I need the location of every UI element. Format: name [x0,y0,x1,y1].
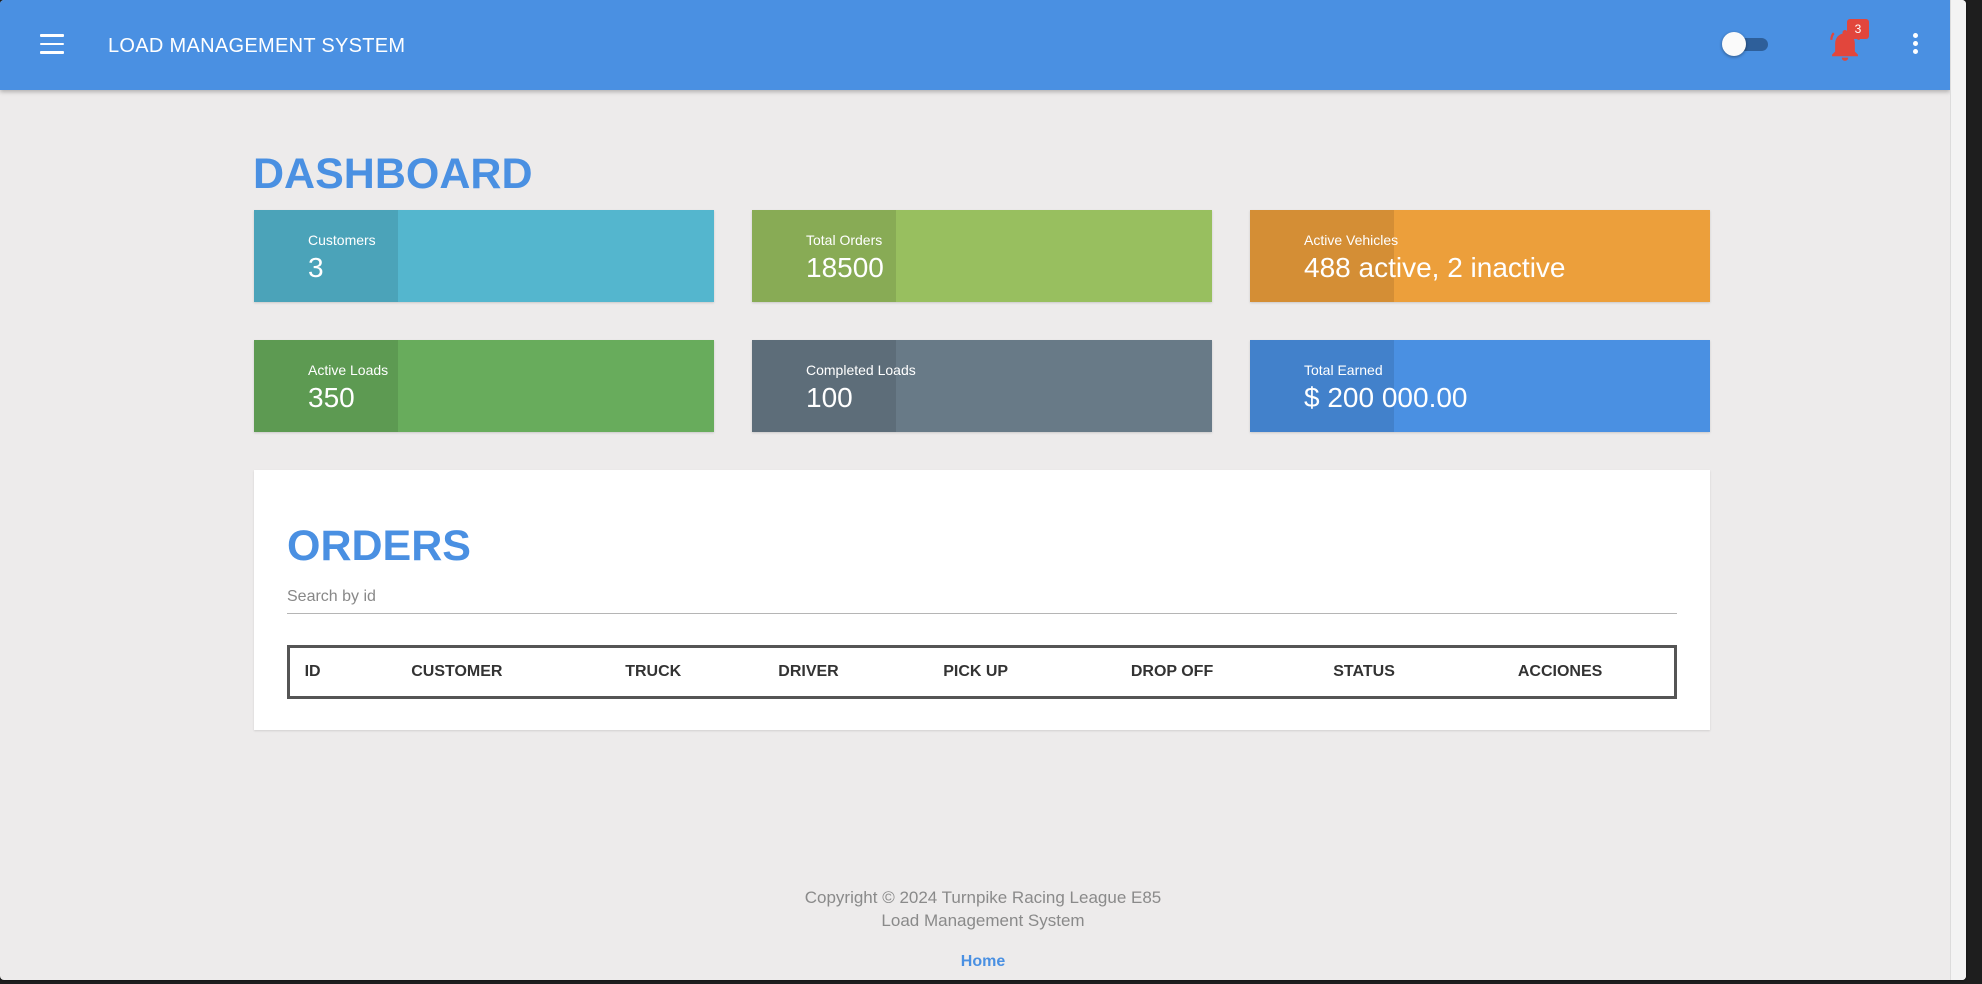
column-header-customer[interactable]: CUSTOMER [335,647,578,698]
column-header-status[interactable]: STATUS [1282,647,1446,698]
column-header-acciones[interactable]: ACCIONES [1446,647,1675,698]
orders-table: ID CUSTOMER TRUCK DRIVER PICK UP DROP OF… [287,645,1677,699]
column-header-id[interactable]: ID [289,647,336,698]
card-label: Total Earned [1304,362,1383,378]
browser-window: LOAD MANAGEMENT SYSTEM 3 DASHBOARD Custo… [0,0,1966,980]
notification-badge: 3 [1847,19,1869,39]
footer-home-link[interactable]: Home [0,953,1966,971]
card-icon-area [254,210,398,302]
toggle-knob[interactable] [1722,32,1746,56]
card-value: 100 [806,382,853,413]
copyright-app-name: Load Management System [881,911,1085,930]
card-label: Active Loads [308,362,389,378]
search-input[interactable] [287,580,1677,614]
more-vert-icon[interactable] [1910,33,1920,57]
footer-copyright: Copyright © 2024 Turnpike Racing League … [0,886,1966,932]
theme-toggle[interactable] [1722,32,1768,56]
orders-title: ORDERS [287,522,471,570]
table-header-row: ID CUSTOMER TRUCK DRIVER PICK UP DROP OF… [289,647,1676,698]
column-header-drop-off[interactable]: DROP OFF [1062,647,1282,698]
copyright-line: Copyright © 2024 Turnpike Racing League … [804,888,1162,907]
stat-card-total-earned: Total Earned $ 200 000.00 [1250,340,1710,432]
card-label: Total Orders [806,232,883,248]
card-label: Completed Loads [806,362,916,378]
card-label: Customers [308,232,376,248]
card-value: $ 200 000.00 [1304,382,1468,413]
app-bar: LOAD MANAGEMENT SYSTEM 3 [0,0,1950,90]
dashboard-title: DASHBOARD [253,150,533,198]
hamburger-menu-icon[interactable] [40,34,64,54]
column-header-truck[interactable]: TRUCK [579,647,728,698]
column-header-driver[interactable]: DRIVER [728,647,889,698]
stat-card-customers: Customers 3 [254,210,714,302]
card-label: Active Vehicles [1304,232,1399,248]
card-value: 350 [308,382,355,413]
app-title: LOAD MANAGEMENT SYSTEM [108,35,406,57]
stat-card-active-loads: Active Loads 350 [254,340,714,432]
card-value: 488 active, 2 inactive [1304,252,1566,283]
scrollbar[interactable] [1950,0,1966,980]
column-header-pick-up[interactable]: PICK UP [889,647,1062,698]
orders-panel: ORDERS ID CUSTOMER TRUCK DRIVER PICK UP … [254,470,1710,730]
stat-card-total-orders: Total Orders 18500 [752,210,1212,302]
card-value: 3 [308,252,324,283]
card-value: 18500 [806,252,884,283]
stat-card-completed-loads: Completed Loads 100 [752,340,1212,432]
stat-card-active-vehicles: Active Vehicles 488 active, 2 inactive [1250,210,1710,302]
